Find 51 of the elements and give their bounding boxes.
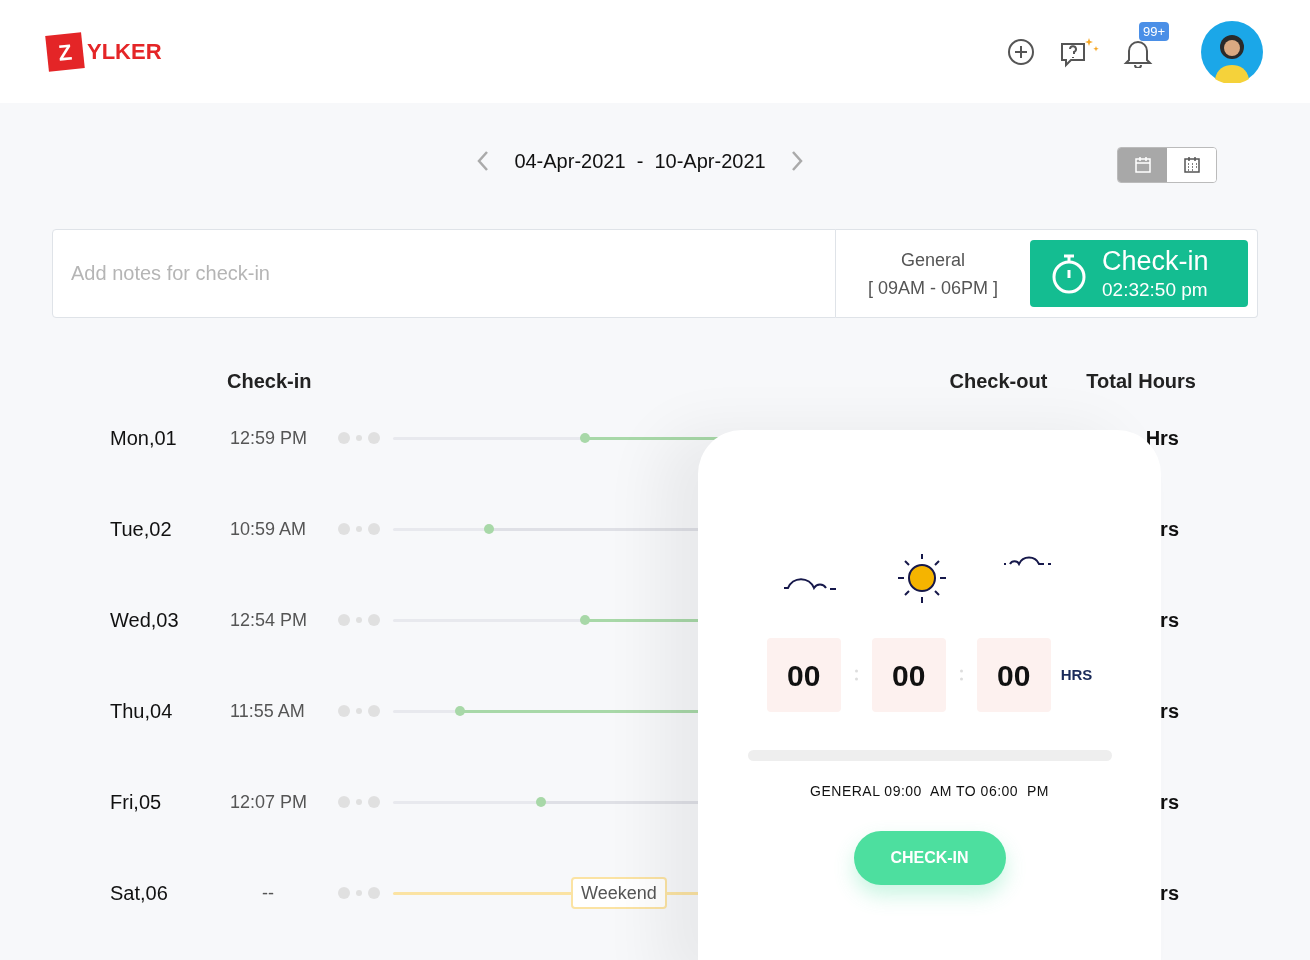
dots-icon: [338, 614, 381, 626]
weekend-tag: Weekend: [571, 876, 667, 909]
checkin-time: --: [261, 881, 275, 905]
checkin-time: 12:59 PM: [230, 426, 309, 450]
timer-digit: 00: [766, 638, 841, 712]
shift-name: General: [900, 248, 965, 272]
checkin-time: 12:07 PM: [230, 790, 309, 814]
notes-field[interactable]: Add notes for check-in: [52, 229, 836, 318]
day-label: Thu,04: [110, 699, 174, 724]
separator-icon: [854, 669, 858, 681]
stopwatch-icon: [1050, 252, 1088, 295]
day-label: Mon,01: [110, 426, 178, 451]
checkin-round-button[interactable]: CHECK-IN: [853, 831, 1006, 885]
shift-summary: GENERAL 09:00 AM TO 06:00 PM: [810, 782, 1049, 801]
total-hours: rs: [1160, 699, 1179, 724]
dots-icon: [338, 432, 381, 444]
dots-icon: [338, 796, 381, 808]
total-hours: rs: [1160, 517, 1179, 542]
column-header: Check-out: [949, 369, 1048, 394]
notification-badge: 99+: [1139, 21, 1170, 41]
calendar-view-toggle[interactable]: [1167, 148, 1216, 182]
dots-icon: [338, 887, 381, 899]
total-hours: Hrs: [1145, 426, 1179, 451]
column-header: Check-in: [227, 369, 312, 394]
checkin-button[interactable]: Check-in 02:32:50 pm: [1030, 240, 1248, 307]
checkin-time: 12:54 PM: [230, 608, 309, 632]
shift-hours: [ 09AM - 06PM ]: [867, 276, 998, 300]
timer-unit: HRS: [1060, 664, 1093, 685]
logo-mark: Z: [45, 31, 85, 72]
checkin-time: 10:59 AM: [230, 517, 308, 541]
calendar-month-icon: [1182, 156, 1201, 174]
checkin-time: 11:55 AM: [230, 699, 306, 723]
day-label: Fri,05: [110, 790, 163, 815]
day-label: Tue,02: [110, 517, 173, 542]
timer-digit: 00: [976, 638, 1051, 712]
avatar[interactable]: [1201, 20, 1263, 83]
day-label: Wed,03: [110, 608, 180, 633]
add-icon[interactable]: [1007, 37, 1035, 66]
timer-digit: 00: [871, 638, 946, 712]
logo-text: YLKER: [87, 38, 162, 66]
calendar-day-icon: [1133, 156, 1152, 174]
total-hours: rs: [1160, 881, 1179, 906]
column-header: Total Hours: [1086, 369, 1196, 394]
total-hours: rs: [1160, 790, 1179, 815]
week-range: 04-Apr-2021 - 10-Apr-2021: [514, 149, 766, 174]
separator-icon: [959, 669, 963, 681]
dots-icon: [338, 705, 381, 717]
total-hours: rs: [1160, 608, 1179, 633]
list-view-toggle[interactable]: [1118, 148, 1167, 182]
day-label: Sat,06: [110, 881, 169, 906]
dots-icon: [338, 523, 381, 535]
